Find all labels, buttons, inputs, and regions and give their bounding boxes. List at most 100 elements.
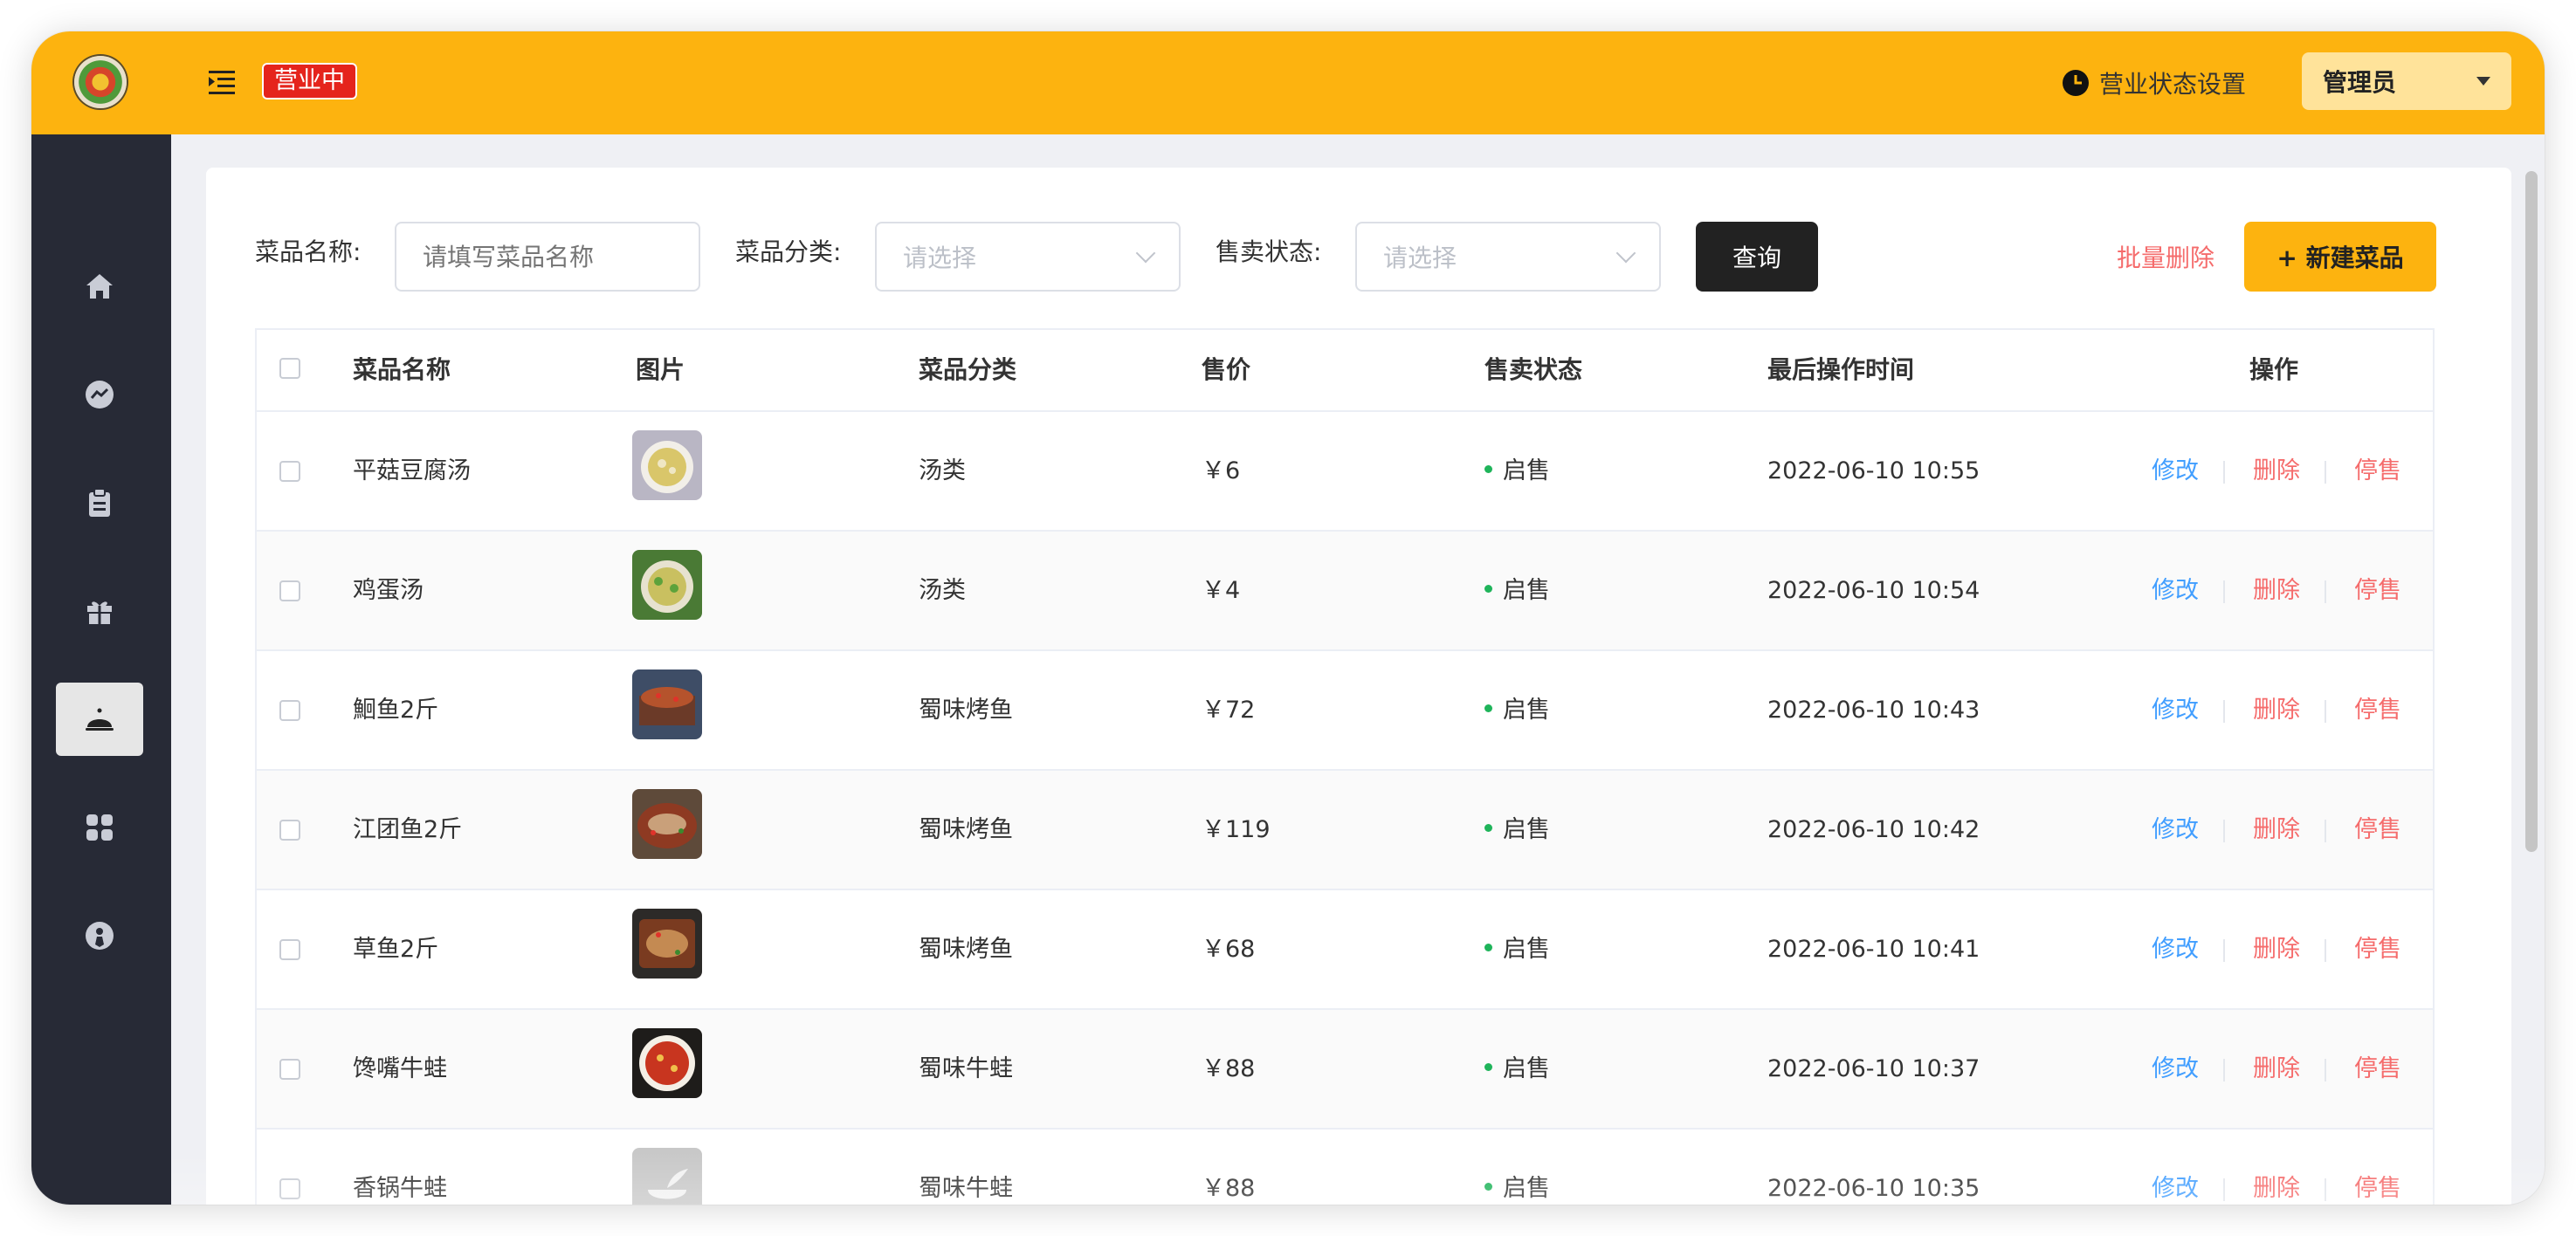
delete-link[interactable]: 删除 <box>2253 412 2300 530</box>
edit-link[interactable]: 修改 <box>2152 890 2199 1008</box>
row-checkbox[interactable] <box>279 1059 300 1080</box>
menu-toggle-icon[interactable] <box>206 66 238 98</box>
sidebar-item-setmeal[interactable] <box>56 574 143 648</box>
divider <box>2223 1059 2225 1082</box>
top-bar: 营业中 营业状态设置 管理员 <box>31 31 2545 134</box>
cloche-icon <box>86 708 114 731</box>
column-header-actions: 操作 <box>2249 355 2299 384</box>
edit-link[interactable]: 修改 <box>2152 651 2199 769</box>
delete-link[interactable]: 删除 <box>2253 651 2300 769</box>
sidebar-item-category[interactable] <box>56 791 143 864</box>
sale-status: 启售 <box>1484 412 1550 530</box>
row-checkbox[interactable] <box>279 700 300 721</box>
dish-price: ￥88 <box>1202 1055 1256 1082</box>
dish-category: 汤类 <box>919 577 966 604</box>
query-button[interactable]: 查询 <box>1696 222 1818 292</box>
clipboard-icon <box>89 488 110 517</box>
row-checkbox[interactable] <box>279 580 300 601</box>
row-checkbox[interactable] <box>279 461 300 482</box>
sidebar-item-dishes[interactable] <box>56 683 143 756</box>
dish-name-input[interactable] <box>395 222 700 292</box>
sale-status: 启售 <box>1484 1010 1550 1128</box>
last-modified-time: 2022-06-10 10:42 <box>1767 816 1980 843</box>
delete-link[interactable]: 删除 <box>2253 1130 2300 1205</box>
dish-image <box>632 909 702 978</box>
new-dish-button[interactable]: + 新建菜品 <box>2244 222 2436 292</box>
sale-status-text: 启售 <box>1503 1055 1550 1082</box>
business-status-badge: 营业中 <box>262 63 357 100</box>
divider <box>2223 939 2225 962</box>
row-checkbox[interactable] <box>279 820 300 841</box>
column-header-name: 菜品名称 <box>353 355 451 384</box>
dish-name: 平菇豆腐汤 <box>353 457 471 484</box>
dish-price: ￥72 <box>1202 697 1256 724</box>
stop-sale-link[interactable]: 停售 <box>2354 1010 2401 1128</box>
column-header-category: 菜品分类 <box>919 355 1017 384</box>
sale-status-text: 启售 <box>1503 1175 1550 1202</box>
divider <box>2325 939 2326 962</box>
business-status-setting-button[interactable]: 营业状态设置 <box>2061 63 2246 103</box>
edit-link[interactable]: 修改 <box>2152 532 2199 649</box>
grid-icon <box>86 814 113 841</box>
sidebar-item-statistics[interactable] <box>56 358 143 431</box>
dish-price: ￥119 <box>1202 816 1271 843</box>
delete-link[interactable]: 删除 <box>2253 1010 2300 1128</box>
column-header-image: 图片 <box>636 355 685 384</box>
chevron-down-icon <box>1135 243 1156 264</box>
row-checkbox[interactable] <box>279 1178 300 1199</box>
vertical-scrollbar[interactable] <box>2525 171 2538 852</box>
dish-table: 菜品名称 图片 菜品分类 售价 售卖状态 最后操作时间 操作 平菇豆腐汤 汤类 … <box>255 328 2435 1205</box>
column-header-status: 售卖状态 <box>1484 355 1583 384</box>
delete-link[interactable]: 删除 <box>2253 771 2300 889</box>
delete-link[interactable]: 删除 <box>2253 532 2300 649</box>
app-window: 营业中 营业状态设置 管理员 菜品名称: 请填写菜品名称 菜品分类: 请选择 售… <box>31 31 2545 1205</box>
delete-link[interactable]: 删除 <box>2253 890 2300 1008</box>
dish-category: 蜀味烤鱼 <box>919 697 1013 724</box>
status-dot <box>1484 585 1492 593</box>
business-status-setting-label: 营业状态设置 <box>2099 70 2247 99</box>
dish-price: ￥6 <box>1202 457 1241 484</box>
status-dot <box>1484 1183 1492 1191</box>
edit-link[interactable]: 修改 <box>2152 771 2199 889</box>
stop-sale-link[interactable]: 停售 <box>2354 771 2401 889</box>
caret-down-icon <box>2476 77 2490 86</box>
table-row: 香锅牛蛙 蜀味牛蛙 ￥88 启售 2022-06-10 10:35 修改 删除 … <box>257 1130 2433 1205</box>
dish-category: 蜀味烤鱼 <box>919 816 1013 843</box>
dish-image <box>632 789 702 859</box>
sidebar-item-orders[interactable] <box>56 466 143 539</box>
divider <box>2223 580 2225 603</box>
divider <box>2325 1059 2326 1082</box>
last-modified-time: 2022-06-10 10:54 <box>1767 577 1980 604</box>
batch-delete-button[interactable]: 批量删除 <box>2117 239 2214 274</box>
stop-sale-link[interactable]: 停售 <box>2354 651 2401 769</box>
stop-sale-link[interactable]: 停售 <box>2354 412 2401 530</box>
status-dot <box>1484 944 1492 951</box>
dish-name: 草鱼2斤 <box>353 936 439 963</box>
table-header: 菜品名称 图片 菜品分类 售价 售卖状态 最后操作时间 操作 <box>257 330 2433 412</box>
admin-dropdown[interactable]: 管理员 <box>2302 52 2511 110</box>
stop-sale-link[interactable]: 停售 <box>2354 1130 2401 1205</box>
dish-name: 江团鱼2斤 <box>353 816 463 843</box>
row-checkbox[interactable] <box>279 939 300 960</box>
dish-name: 鮰鱼2斤 <box>353 697 439 724</box>
column-header-price: 售价 <box>1202 355 1251 384</box>
stop-sale-link[interactable]: 停售 <box>2354 532 2401 649</box>
dish-category: 蜀味烤鱼 <box>919 936 1013 963</box>
select-all-checkbox[interactable] <box>279 358 300 379</box>
table-row: 江团鱼2斤 蜀味烤鱼 ￥119 启售 2022-06-10 10:42 修改 删… <box>257 771 2433 890</box>
chevron-down-icon <box>1615 243 1636 264</box>
dish-category: 汤类 <box>919 457 966 484</box>
last-modified-time: 2022-06-10 10:41 <box>1767 936 1980 963</box>
sale-status-label: 售卖状态: <box>1216 237 1322 266</box>
sale-status-select[interactable]: 请选择 <box>1355 222 1661 292</box>
divider <box>2223 700 2225 723</box>
dish-category-select[interactable]: 请选择 <box>875 222 1181 292</box>
sidebar-item-employees[interactable] <box>56 899 143 972</box>
stop-sale-link[interactable]: 停售 <box>2354 890 2401 1008</box>
column-header-time: 最后操作时间 <box>1767 355 1915 384</box>
edit-link[interactable]: 修改 <box>2152 1130 2199 1205</box>
dish-image <box>632 430 702 500</box>
sidebar-item-home[interactable] <box>56 250 143 323</box>
edit-link[interactable]: 修改 <box>2152 1010 2199 1128</box>
edit-link[interactable]: 修改 <box>2152 412 2199 530</box>
